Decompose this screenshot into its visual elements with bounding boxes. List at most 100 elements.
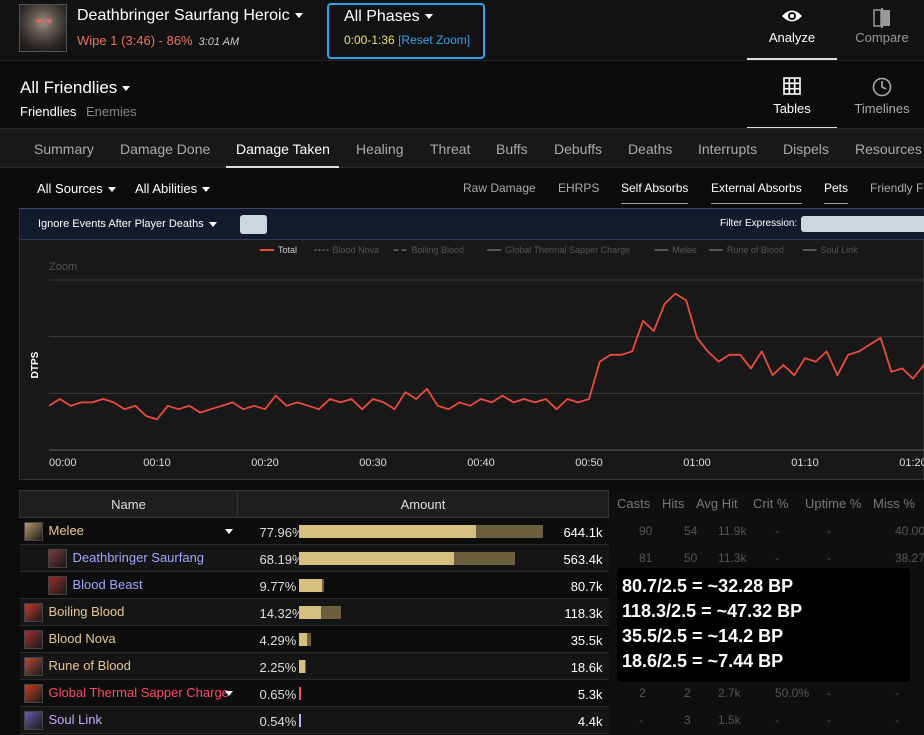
ability-name[interactable]: Blood Nova [49, 630, 116, 645]
friendly-fire-toggle[interactable]: Friendly Fi [870, 181, 924, 195]
dtps-chart[interactable]: Zoom DTPS 00:00 00:10 00:20 00:30 00:40 00:50 01… [20, 240, 924, 480]
legend-label: Rune of Blood [727, 245, 784, 255]
percent-value: 0.54% [259, 714, 297, 729]
blood-nova-icon [23, 629, 43, 649]
table-row[interactable]: Melee 77.96% 644.1k [19, 517, 609, 545]
reset-zoom-link[interactable]: [Reset Zoom] [398, 33, 470, 47]
tables-tab[interactable]: Tables [747, 61, 837, 129]
table-row[interactable]: Boiling Blood 14.32% 118.3k [19, 598, 609, 626]
chevron-down-icon [202, 187, 211, 193]
table-row[interactable]: Rune of Blood 2.25% 18.6k [19, 652, 609, 680]
column-value: - [827, 713, 831, 727]
tab-threat[interactable]: Threat [430, 141, 470, 157]
legend-label: Total [278, 245, 297, 255]
tab-debuffs[interactable]: Debuffs [554, 141, 602, 157]
column-header[interactable]: Crit % [753, 496, 788, 511]
table-row[interactable]: Blood Beast 9.77% 80.7k [19, 571, 609, 599]
ignore-deaths-dropdown[interactable]: Ignore Events After Player Deaths [38, 218, 217, 230]
annotation-box: 80.7/2.5 = ~32.28 BP 118.3/2.5 = ~47.32 … [617, 568, 910, 682]
boiling-blood-icon [23, 602, 43, 622]
column-value: 2 [684, 686, 691, 700]
tab-healing[interactable]: Healing [356, 141, 403, 157]
bar-fill-secondary [304, 660, 306, 673]
ability-name[interactable]: Deathbringer Saurfang [73, 549, 205, 564]
tab-resources[interactable]: Resources [855, 141, 922, 157]
column-value: - [827, 524, 831, 538]
column-value: 2.7k [718, 686, 741, 700]
timelines-tab[interactable]: Timelines [837, 61, 924, 129]
filter-expression-input[interactable] [801, 216, 924, 232]
percent-value: 2.25% [259, 660, 297, 675]
note-line: 118.3/2.5 = ~47.32 BP [622, 601, 803, 621]
expand-dropdown-icon[interactable] [225, 529, 234, 534]
ability-name[interactable]: Global Thermal Sapper Charge [49, 684, 229, 699]
friendlies-selector[interactable]: All Friendlies [20, 78, 131, 98]
external-absorbs-toggle[interactable]: External Absorbs [711, 181, 802, 204]
table-row[interactable]: Blood Nova 4.29% 35.5k [19, 625, 609, 653]
compare-tab[interactable]: Compare [837, 0, 924, 60]
amount-header[interactable]: Amount [236, 490, 610, 518]
bar-fill [299, 714, 302, 727]
phase-range: 0:00-1:36 [344, 33, 395, 47]
ability-name[interactable]: Boiling Blood [49, 603, 125, 618]
enemies-link[interactable]: Enemies [86, 104, 137, 119]
phase-selector[interactable]: All Phases 0:00-1:36 [Reset Zoom] [327, 3, 485, 59]
abilities-dropdown[interactable]: All Abilities [135, 181, 211, 196]
column-value: 2 [639, 686, 646, 700]
chevron-down-icon [107, 187, 116, 193]
friendlies-link[interactable]: Friendlies [20, 104, 76, 119]
raw-damage-toggle[interactable]: Raw Damage [463, 181, 536, 195]
column-header[interactable]: Casts [617, 496, 650, 511]
tab-buffs[interactable]: Buffs [496, 141, 528, 157]
ability-name[interactable]: Soul Link [49, 711, 102, 726]
name-cell: Melee [19, 517, 238, 545]
analyze-tab[interactable]: Analyze [747, 0, 837, 60]
ability-name[interactable]: Melee [49, 522, 84, 537]
name-header[interactable]: Name [19, 490, 238, 518]
tab-damage-done[interactable]: Damage Done [120, 141, 210, 157]
ability-name[interactable]: Rune of Blood [49, 657, 131, 672]
zoom-label: Zoom [49, 261, 77, 273]
table-row[interactable]: Soul Link 0.54% 4.4k [19, 706, 609, 734]
tab-deaths[interactable]: Deaths [628, 141, 672, 157]
x-tick-label: 00:10 [143, 457, 171, 469]
bar-fill [299, 552, 454, 565]
ehrps-toggle[interactable]: EHRPS [558, 181, 599, 195]
tab-interrupts[interactable]: Interrupts [698, 141, 757, 157]
expand-dropdown-icon[interactable] [225, 691, 234, 696]
ability-name[interactable]: Blood Beast [73, 576, 143, 591]
sources-dropdown[interactable]: All Sources [37, 181, 116, 196]
tab-dispels[interactable]: Dispels [783, 141, 829, 157]
column-value: - [775, 524, 779, 538]
compare-icon [873, 8, 890, 28]
total-value: 563.4k [563, 552, 603, 567]
bar-fill [299, 687, 302, 700]
total-value: 80.7k [570, 579, 603, 594]
boss-selector[interactable]: Deathbringer Saurfang Heroic [77, 7, 303, 25]
sapper-charge-icon [23, 683, 43, 703]
table-row[interactable]: Deathbringer Saurfang 68.19% 563.4k [19, 544, 609, 572]
amount-cell: 14.32% 118.3k [237, 598, 609, 626]
column-header[interactable]: Uptime % [805, 496, 861, 511]
amount-cell: 9.77% 80.7k [237, 571, 609, 599]
self-absorbs-toggle[interactable]: Self Absorbs [621, 181, 689, 204]
name-cell: Blood Beast [19, 571, 238, 599]
tab-summary[interactable]: Summary [34, 141, 94, 157]
phase-title-wrap[interactable]: All Phases [344, 8, 433, 26]
pets-toggle[interactable]: Pets [824, 181, 849, 204]
table-row[interactable]: Global Thermal Sapper Charge 0.65% 5.3k [19, 679, 609, 707]
tab-damage-taken[interactable]: Damage Taken [236, 141, 330, 157]
damage-table: Name Amount Melee 77.96% 644.1k Deathbringe… [19, 490, 610, 734]
bar-fill-secondary [321, 579, 324, 592]
soul-link-icon [23, 710, 43, 730]
column-header[interactable]: Avg Hit [696, 496, 738, 511]
column-header[interactable]: Hits [662, 496, 684, 511]
x-tick-label: 01:20 [899, 457, 924, 469]
tables-label: Tables [773, 101, 811, 116]
amount-bar [299, 552, 543, 565]
total-value: 118.3k [564, 606, 603, 621]
column-header[interactable]: Miss % [873, 496, 915, 511]
ignore-deaths-toggle[interactable] [240, 215, 267, 234]
graph-panel: Ignore Events After Player Deaths Filter… [19, 208, 924, 480]
legend-label: Soul Link [821, 245, 859, 255]
